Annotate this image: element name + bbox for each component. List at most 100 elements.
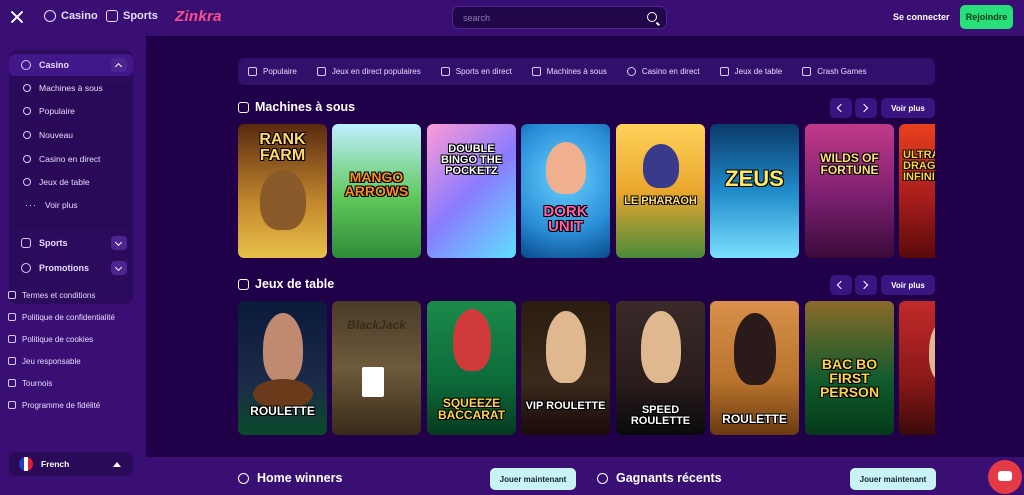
category-live-casino[interactable]: Casino en direct bbox=[626, 67, 700, 76]
table-next-button[interactable] bbox=[855, 275, 877, 295]
sidebar-item-table-games[interactable]: Jeux de table bbox=[9, 171, 133, 193]
game-tile[interactable]: SQUEEZE BACCARAT bbox=[427, 301, 516, 435]
game-tile[interactable]: MANGO ARROWS bbox=[332, 124, 421, 258]
game-tile[interactable]: WILDS OF FORTUNE bbox=[805, 124, 894, 258]
game-title: MANGO ARROWS bbox=[344, 169, 409, 199]
nav-sports[interactable]: Sports bbox=[106, 10, 158, 22]
link-loyalty[interactable]: Programme de fidélité bbox=[8, 394, 115, 416]
search-icon[interactable] bbox=[647, 12, 657, 22]
game-tile[interactable]: ROULETTE bbox=[238, 301, 327, 435]
game-tile[interactable] bbox=[899, 301, 935, 435]
medal-icon bbox=[597, 472, 608, 484]
chevron-up-icon[interactable] bbox=[111, 58, 127, 72]
sidebar-item-casino[interactable]: Casino bbox=[9, 54, 133, 76]
language-label: French bbox=[41, 459, 70, 469]
sidebar-links: Termes et conditions Politique de confid… bbox=[8, 284, 115, 416]
home-winners-text: Home winners bbox=[257, 471, 343, 485]
sidebar-item-label: Machines à sous bbox=[39, 83, 103, 93]
caret-up-icon bbox=[113, 462, 121, 467]
link-cookies[interactable]: Politique de cookies bbox=[8, 328, 115, 350]
sidebar-item-new[interactable]: Nouveau bbox=[9, 124, 133, 146]
category-table-games[interactable]: Jeux de table bbox=[719, 67, 782, 76]
game-tile[interactable]: VIP ROULETTE bbox=[521, 301, 610, 435]
sidebar-sports-label: Sports bbox=[39, 238, 68, 248]
category-slots[interactable]: Machines à sous bbox=[531, 67, 607, 76]
slots-see-more-button[interactable]: Voir plus bbox=[881, 98, 935, 118]
game-tile[interactable]: DOUBLE BINGO THE POCKETZ bbox=[427, 124, 516, 258]
search-input[interactable]: search bbox=[452, 6, 667, 29]
link-label: Jeu responsable bbox=[22, 356, 81, 366]
table-prev-button[interactable] bbox=[830, 275, 852, 295]
play-now-button[interactable]: Jouer maintenant bbox=[490, 468, 576, 490]
link-terms[interactable]: Termes et conditions bbox=[8, 284, 115, 306]
game-tile[interactable]: BlackJack bbox=[332, 301, 421, 435]
chevron-down-icon[interactable] bbox=[111, 261, 127, 275]
category-live-popular[interactable]: Jeux en direct populaires bbox=[316, 67, 421, 76]
join-button[interactable]: Rejoindre bbox=[960, 5, 1013, 29]
sports-shirt-icon bbox=[21, 238, 31, 248]
sidebar-item-slots[interactable]: Machines à sous bbox=[9, 77, 133, 99]
chevron-down-icon[interactable] bbox=[111, 236, 127, 250]
game-tile[interactable]: LE PHARAOH bbox=[616, 124, 705, 258]
sidebar-item-label: Nouveau bbox=[39, 130, 74, 140]
game-tile[interactable]: ULTRA GOLD DRAGON INFINITY HOLD bbox=[899, 124, 935, 258]
category-live-sports[interactable]: Sports en direct bbox=[440, 67, 512, 76]
logo[interactable]: Zinkra bbox=[175, 8, 222, 25]
link-responsible[interactable]: Jeu responsable bbox=[8, 350, 115, 372]
game-tile[interactable]: ROULETTE bbox=[710, 301, 799, 435]
sidebar-item-live-casino[interactable]: Casino en direct bbox=[9, 148, 133, 170]
game-title: SPEED ROULETTE bbox=[630, 404, 691, 427]
game-art bbox=[545, 142, 586, 194]
game-title: DOUBLE BINGO THE POCKETZ bbox=[440, 143, 503, 177]
game-title: RANK FARM bbox=[259, 131, 306, 164]
language-select[interactable]: French bbox=[9, 452, 133, 476]
table-see-more-button[interactable]: Voir plus bbox=[881, 275, 935, 295]
game-tile[interactable]: SPEED ROULETTE bbox=[616, 301, 705, 435]
sidebar-item-promotions[interactable]: Promotions bbox=[9, 257, 133, 279]
cards-icon bbox=[23, 178, 31, 186]
nav-casino[interactable]: Casino bbox=[44, 10, 98, 22]
game-title: ULTRA GOLD DRAGON INFINITY HOLD bbox=[903, 149, 935, 183]
france-flag-icon bbox=[19, 457, 33, 471]
home-winners-title: Home winners bbox=[238, 471, 342, 485]
shield-icon bbox=[8, 313, 16, 321]
link-label: Politique de confidentialité bbox=[22, 312, 115, 322]
link-tournaments[interactable]: Tournois bbox=[8, 372, 115, 394]
dealer-image bbox=[452, 309, 491, 371]
category-label: Casino en direct bbox=[641, 67, 700, 76]
category-crash-games[interactable]: Crash Games bbox=[802, 67, 867, 76]
game-title: BlackJack bbox=[347, 318, 406, 332]
sidebar-casino-label: Casino bbox=[39, 60, 70, 70]
flame-icon bbox=[248, 67, 257, 76]
category-popular[interactable]: Populaire bbox=[248, 67, 297, 76]
game-tile[interactable]: BAC BO FIRST PERSON bbox=[805, 301, 894, 435]
sidebar-item-sports[interactable]: Sports bbox=[9, 232, 133, 254]
close-icon[interactable] bbox=[10, 10, 24, 24]
game-tile[interactable]: ZEUS bbox=[710, 124, 799, 258]
login-button[interactable]: Se connecter bbox=[893, 12, 950, 22]
chip-icon bbox=[23, 155, 31, 163]
link-privacy[interactable]: Politique de confidentialité bbox=[8, 306, 115, 328]
casino-chip-icon bbox=[21, 60, 31, 70]
sidebar-item-popular[interactable]: Populaire bbox=[9, 100, 133, 122]
section-title-text: Jeux de table bbox=[255, 277, 335, 291]
sidebar: Casino Machines à sous Populaire Nouveau… bbox=[0, 36, 146, 495]
slots-prev-button[interactable] bbox=[830, 98, 852, 118]
game-tile[interactable]: DORK UNIT bbox=[521, 124, 610, 258]
game-tile[interactable]: RANK FARM bbox=[238, 124, 327, 258]
category-bar: Populaire Jeux en direct populaires Spor… bbox=[238, 58, 935, 85]
sidebar-item-see-more[interactable]: ··· Voir plus bbox=[9, 194, 133, 216]
crash-icon bbox=[802, 67, 812, 76]
play-now-button[interactable]: Jouer maintenant bbox=[850, 468, 936, 490]
playing-card bbox=[362, 367, 384, 397]
sidebar-menu: Casino Machines à sous Populaire Nouveau… bbox=[9, 50, 133, 304]
link-label: Programme de fidélité bbox=[22, 400, 101, 410]
category-label: Populaire bbox=[263, 67, 297, 76]
link-label: Politique de cookies bbox=[22, 334, 94, 344]
sidebar-item-label: Voir plus bbox=[45, 200, 78, 210]
slots-next-button[interactable] bbox=[855, 98, 877, 118]
chat-icon[interactable] bbox=[988, 460, 1022, 494]
live-icon bbox=[316, 67, 326, 76]
category-label: Machines à sous bbox=[546, 67, 607, 76]
cards-icon bbox=[238, 278, 249, 290]
